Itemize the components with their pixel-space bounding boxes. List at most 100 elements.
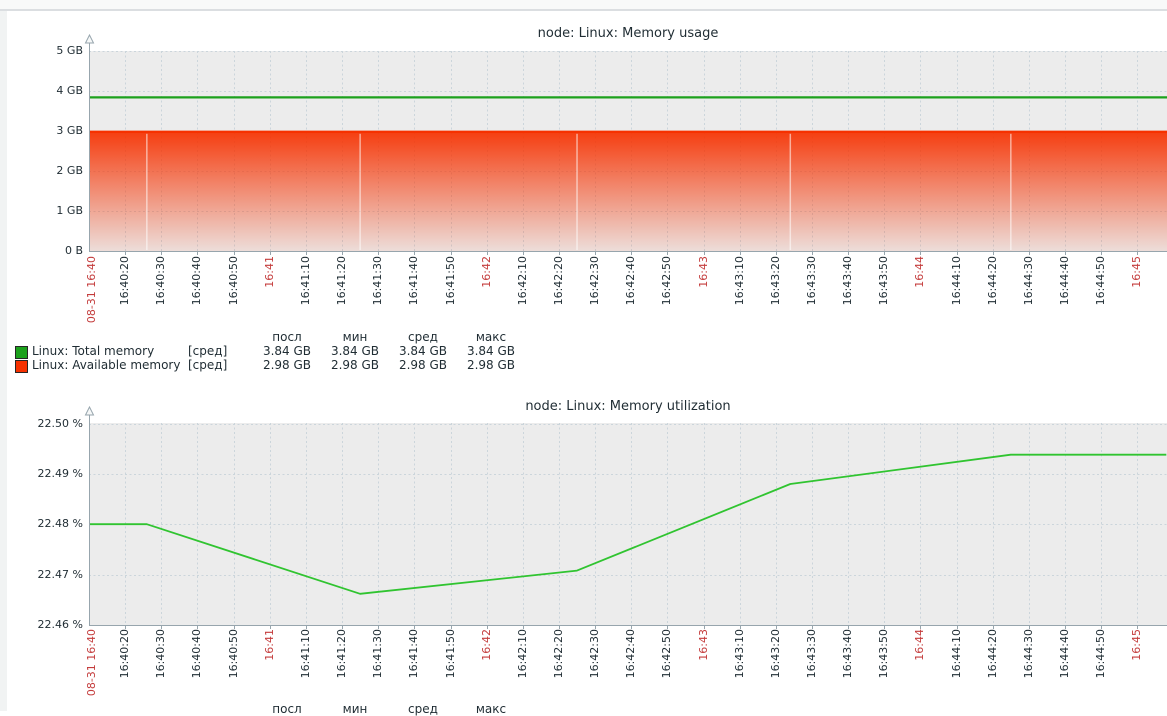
x-tick-mark — [306, 252, 307, 255]
x-tick-mark — [270, 252, 271, 255]
x-tick-mark — [1137, 252, 1138, 255]
x-tick-label: 16:44:50 — [1094, 256, 1107, 305]
x-tick-mark — [884, 252, 885, 255]
x-tick-mark — [884, 626, 885, 629]
x-tick-label: 16:43:10 — [733, 256, 746, 305]
x-tick-label: 16:40:30 — [154, 629, 167, 678]
x-tick-label: 16:42:50 — [660, 629, 673, 678]
x-tick-label: 16:42 — [480, 629, 493, 661]
x-tick-mark — [812, 252, 813, 255]
node: Linux: Memory utilization plot-area[interactable] — [89, 423, 1167, 625]
x-tick-label: 16:43:20 — [769, 629, 782, 678]
x-tick-label: 16:42:40 — [624, 629, 637, 678]
x-tick-mark — [957, 626, 958, 629]
x-tick-label: 16:42:30 — [588, 256, 601, 305]
x-tick-label: 16:42:40 — [624, 256, 637, 305]
x-tick-label: 16:40:40 — [190, 629, 203, 678]
y-tick-label: 22.49 % — [0, 468, 83, 480]
series-color-swatch — [15, 346, 28, 359]
top-bar — [0, 0, 1167, 11]
x-tick-mark — [920, 252, 921, 255]
legend-column-header: мин — [321, 331, 389, 344]
series-stat-value: 3.84 GB — [253, 345, 321, 358]
legend-column-header: посл — [253, 331, 321, 344]
x-tick-label: 16:44:40 — [1058, 256, 1071, 305]
x-tick-mark — [451, 626, 452, 629]
x-tick-label: 16:40:50 — [227, 629, 240, 678]
legend-column-header: сред — [389, 331, 457, 344]
x-tick-mark — [667, 626, 668, 629]
y-tick-label: 1 GB — [0, 205, 83, 217]
x-tick-label: 16:42:50 — [660, 256, 673, 305]
series-stat-value: 2.98 GB — [253, 359, 321, 372]
x-tick-mark — [378, 252, 379, 255]
x-tick-label: 16:42:20 — [552, 256, 565, 305]
x-tick-mark — [993, 252, 994, 255]
x-tick-label: 16:44:20 — [986, 256, 999, 305]
x-tick-mark — [704, 626, 705, 629]
x-tick-label: 16:42:30 — [588, 629, 601, 678]
legend-column-header: сред — [389, 703, 457, 716]
x-tick-label: 16:41:20 — [335, 629, 348, 678]
x-tick-label: 16:44:30 — [1022, 629, 1035, 678]
x-tick-label: 16:40:20 — [118, 256, 131, 305]
x-tick-mark — [776, 252, 777, 255]
series-name: Linux: Available memory — [32, 359, 180, 372]
x-tick-mark — [1065, 626, 1066, 629]
x-tick-mark — [1137, 626, 1138, 629]
x-tick-mark — [776, 626, 777, 629]
x-tick-mark — [523, 626, 524, 629]
x-tick-mark — [848, 626, 849, 629]
series-stat-value: 2.98 GB — [321, 359, 389, 372]
node: Linux: Memory usage plot-area[interactable] — [89, 51, 1167, 251]
x-tick-label: 16:44 — [913, 256, 926, 288]
series-aggregation: [сред] — [188, 345, 227, 358]
x-tick-mark — [125, 626, 126, 629]
x-tick-label: 16:44:10 — [950, 629, 963, 678]
x-tick-mark — [848, 252, 849, 255]
x-tick-label: 16:43:40 — [841, 256, 854, 305]
x-tick-label: 16:43:30 — [805, 256, 818, 305]
series-name: Linux: Total memory — [32, 345, 154, 358]
x-tick-mark — [740, 252, 741, 255]
x-tick-label: 16:40:50 — [227, 256, 240, 305]
y-tick-label: 2 GB — [0, 165, 83, 177]
x-tick-label: 08-31 16:40 — [85, 629, 98, 696]
legend-column-header: макс — [457, 703, 525, 716]
x-tick-mark — [993, 626, 994, 629]
x-tick-mark — [125, 252, 126, 255]
x-tick-label: 16:41:10 — [299, 256, 312, 305]
x-tick-mark — [704, 252, 705, 255]
legend-column-header: мин — [321, 703, 389, 716]
x-tick-label: 16:41:20 — [335, 256, 348, 305]
series-aggregation: [сред] — [188, 359, 227, 372]
x-tick-mark — [451, 252, 452, 255]
x-tick-mark — [487, 626, 488, 629]
x-tick-mark — [559, 626, 560, 629]
x-tick-mark — [1065, 252, 1066, 255]
x-tick-mark — [342, 252, 343, 255]
x-tick-label: 16:44:50 — [1094, 629, 1107, 678]
x-tick-mark — [342, 626, 343, 629]
x-tick-mark — [1101, 252, 1102, 255]
y-axis-line — [89, 43, 90, 251]
x-tick-mark — [1029, 626, 1030, 629]
x-tick-label: 16:43:10 — [733, 629, 746, 678]
x-tick-label: 16:40:20 — [118, 629, 131, 678]
y-axis-line — [89, 415, 90, 625]
x-tick-label: 16:43:30 — [805, 629, 818, 678]
x-tick-label: 16:44:20 — [986, 629, 999, 678]
x-tick-label: 16:44 — [913, 629, 926, 661]
x-tick-mark — [920, 626, 921, 629]
plot-background — [89, 423, 1167, 625]
x-tick-label: 16:43:50 — [877, 256, 890, 305]
x-tick-mark — [197, 626, 198, 629]
x-tick-mark — [812, 626, 813, 629]
x-tick-label: 08-31 16:40 — [85, 256, 98, 323]
y-tick-label: 22.48 % — [0, 518, 83, 530]
x-tick-mark — [523, 252, 524, 255]
series-stat-value: 3.84 GB — [389, 345, 457, 358]
x-tick-mark — [197, 252, 198, 255]
x-tick-label: 16:41:10 — [299, 629, 312, 678]
x-tick-mark — [595, 626, 596, 629]
